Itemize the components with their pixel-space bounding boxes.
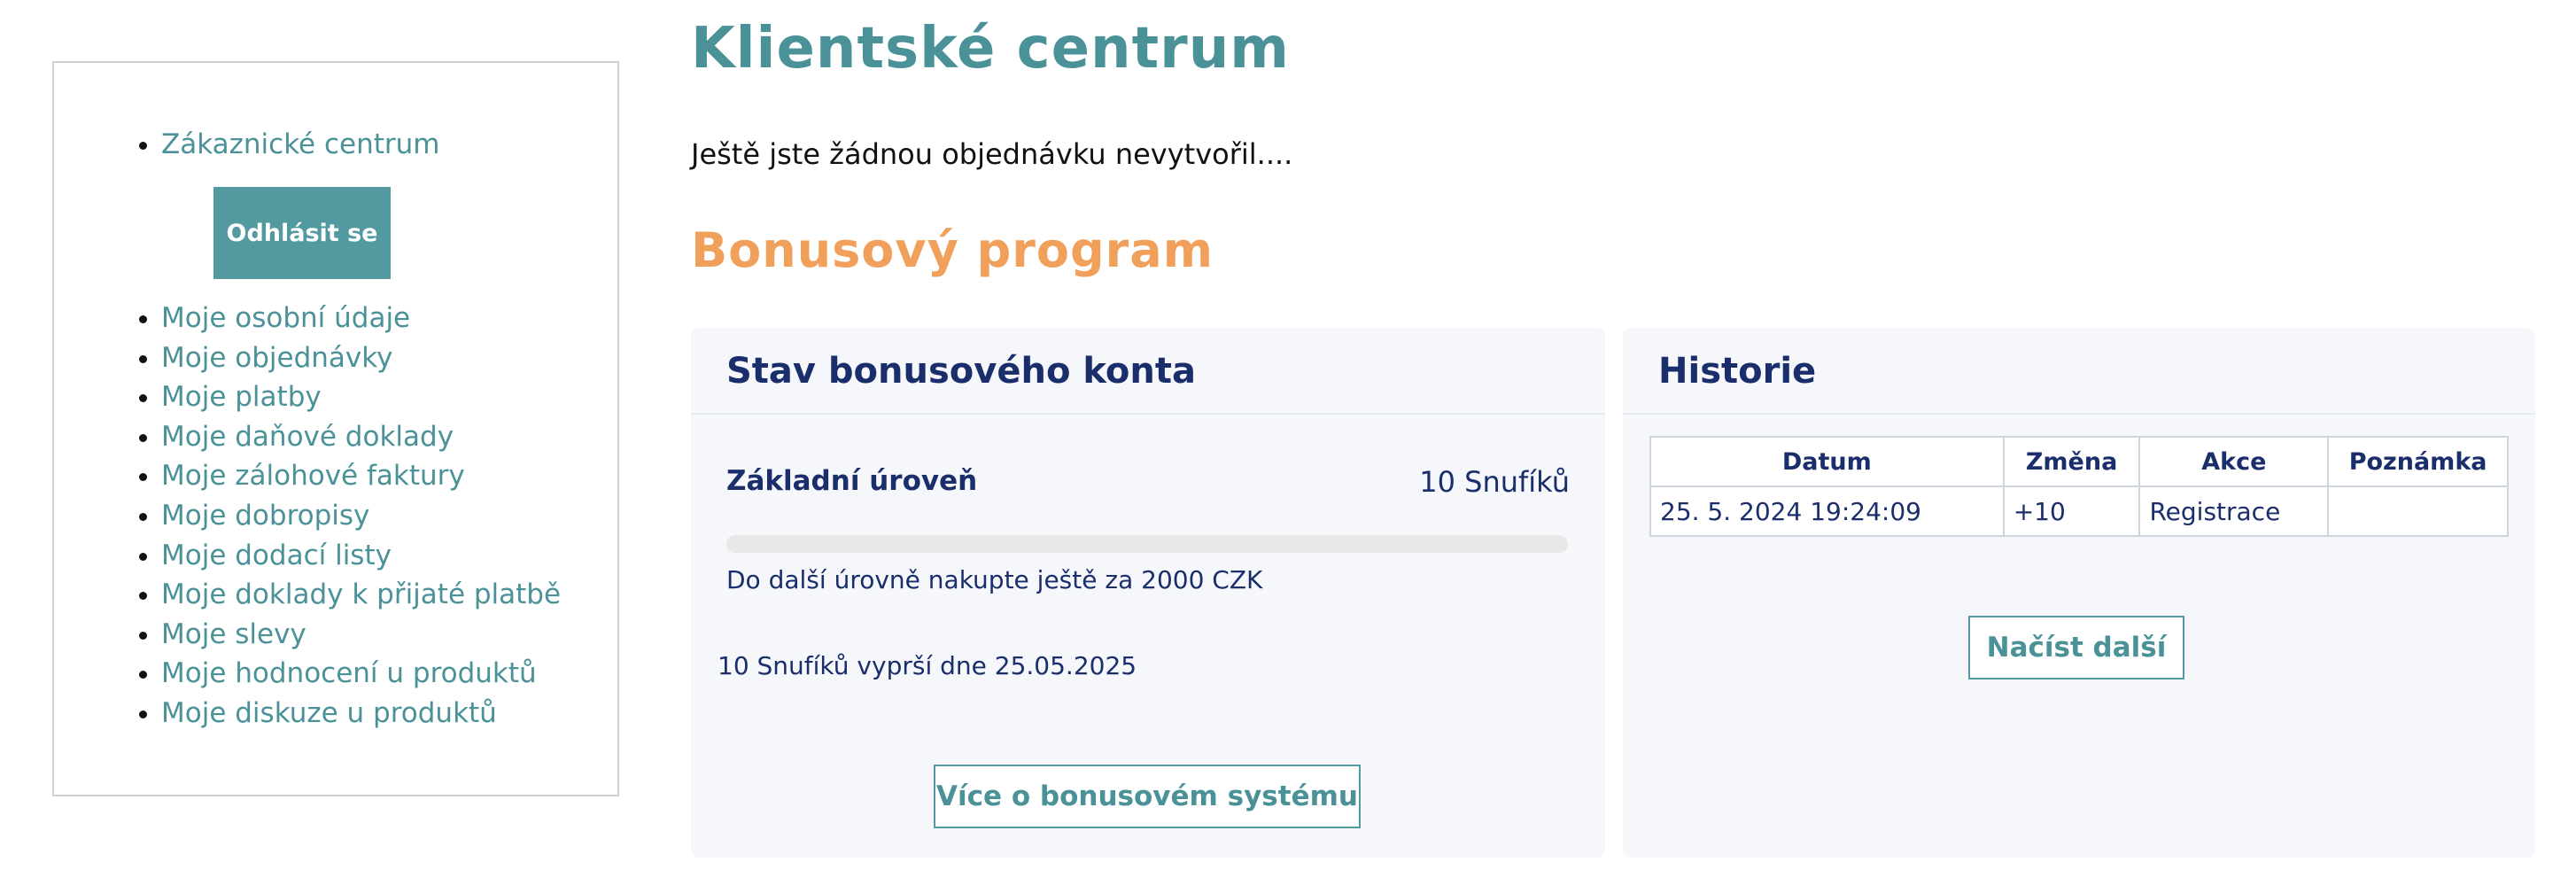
sidebar-item-label[interactable]: Moje diskuze u produktů (161, 697, 497, 729)
sidebar-item-product-reviews[interactable]: Moje hodnocení u produktů (161, 654, 617, 694)
sidebar-item-orders[interactable]: Moje objednávky (161, 338, 617, 378)
table-cell-action: Registrace (2138, 485, 2330, 537)
load-more-button[interactable]: Načíst další (1968, 616, 2184, 679)
sidebar-item-label[interactable]: Moje slevy (161, 618, 306, 650)
sidebar-item-label[interactable]: Moje osobní údaje (161, 302, 410, 334)
bonus-progress-bar (726, 535, 1568, 553)
sidebar-item-label[interactable]: Zákaznické centrum (161, 128, 440, 160)
sidebar-item-label[interactable]: Moje daňové doklady (161, 421, 454, 453)
history-table-header-row: Datum Změna Akce Poznámka (1649, 436, 2509, 487)
table-cell-note (2327, 485, 2509, 537)
bonus-expiry-text: 10 Snufíků vyprší dne 25.05.2025 (718, 651, 1137, 680)
bonus-card-title: Stav bonusového konta (726, 351, 1196, 392)
column-header-change: Změna (2002, 436, 2141, 487)
account-sidebar: Zákaznické centrum Odhlásit se Moje osob… (52, 61, 619, 796)
column-header-note: Poznámka (2327, 436, 2509, 487)
sidebar-item-personal-data[interactable]: Moje osobní údaje (161, 299, 617, 338)
next-level-text: Do další úrovně nakupte ještě za 2000 CZ… (726, 565, 1263, 594)
page-title: Klientské centrum (691, 16, 1290, 82)
sidebar-item-product-discussions[interactable]: Moje diskuze u produktů (161, 694, 617, 734)
sidebar-item-credit-notes[interactable]: Moje dobropisy (161, 496, 617, 536)
history-card: Historie Datum Změna Akce Poznámka 25. 5… (1623, 328, 2535, 858)
bonus-program-title: Bonusový program (691, 222, 1214, 278)
history-table: Datum Změna Akce Poznámka 25. 5. 2024 19… (1649, 436, 2509, 537)
more-about-bonus-button[interactable]: Více o bonusovém systému (934, 765, 1361, 828)
table-row: 25. 5. 2024 19:24:09 +10 Registrace (1649, 485, 2509, 537)
history-card-title: Historie (1658, 351, 1817, 392)
sidebar-item-label[interactable]: Moje hodnocení u produktů (161, 657, 537, 689)
sidebar-item-label[interactable]: Moje platby (161, 381, 322, 413)
column-header-action: Akce (2138, 436, 2330, 487)
table-cell-date: 25. 5. 2024 19:24:09 (1649, 485, 2005, 537)
sidebar-item-payments[interactable]: Moje platby (161, 377, 617, 417)
logout-button[interactable]: Odhlásit se (213, 187, 391, 279)
no-orders-message: Ještě jste žádnou objednávku nevytvořil.… (691, 137, 1293, 171)
sidebar-item-tax-documents[interactable]: Moje daňové doklady (161, 417, 617, 457)
sidebar-item-payment-receipts[interactable]: Moje doklady k přijaté platbě (161, 575, 617, 615)
sidebar-item-label[interactable]: Moje objednávky (161, 342, 392, 374)
bonus-level-label: Základní úroveň (726, 465, 978, 497)
sidebar-item-discounts[interactable]: Moje slevy (161, 615, 617, 655)
sidebar-item-delivery-notes[interactable]: Moje dodací listy (161, 536, 617, 576)
table-cell-change: +10 (2002, 485, 2141, 537)
sidebar-item-label[interactable]: Moje dobropisy (161, 500, 369, 532)
sidebar-nav: Moje osobní údaje Moje objednávky Moje p… (54, 299, 617, 734)
sidebar-item-label[interactable]: Moje zálohové faktury (161, 460, 465, 492)
column-header-date: Datum (1649, 436, 2005, 487)
sidebar-item-label[interactable]: Moje doklady k přijaté platbě (161, 579, 561, 610)
bonus-card-header: Stav bonusového konta (691, 328, 1605, 415)
sidebar-item-label[interactable]: Moje dodací listy (161, 540, 392, 571)
history-card-header: Historie (1623, 328, 2535, 415)
sidebar-item-customer-center[interactable]: Zákaznické centrum (161, 125, 617, 165)
sidebar-item-advance-invoices[interactable]: Moje zálohové faktury (161, 456, 617, 496)
bonus-level-value: 10 Snufíků (1419, 465, 1570, 499)
sidebar-nav-top: Zákaznické centrum (54, 125, 617, 165)
bonus-account-card: Stav bonusového konta Základní úroveň 10… (691, 328, 1605, 858)
